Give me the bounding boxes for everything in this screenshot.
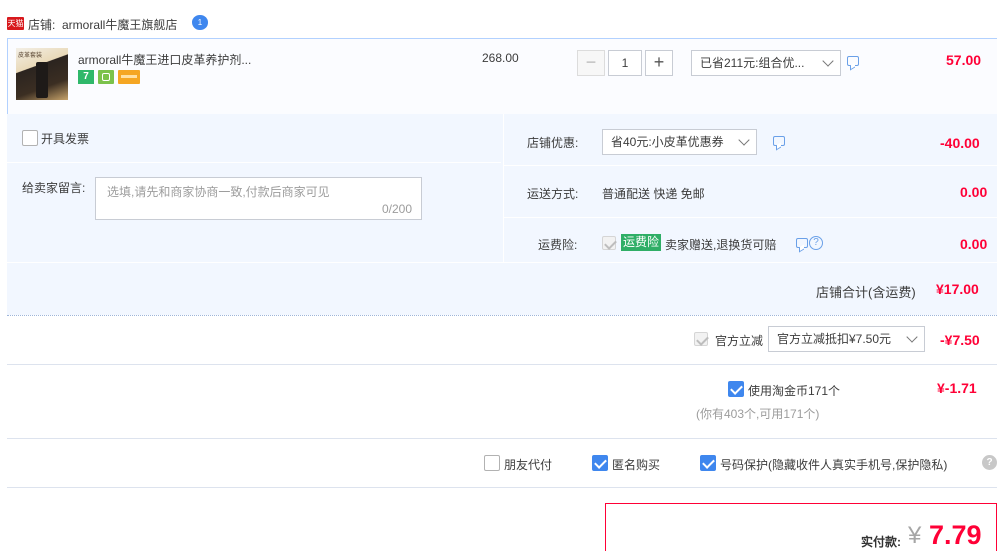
friend-pay-label: 朋友代付 [504, 458, 553, 472]
message-textarea[interactable]: 选填,请先和商家协商一致,付款后商家可见 0/200 [95, 177, 422, 220]
tmall-badge: 天猫 [7, 17, 24, 30]
product-title-link[interactable]: armorall牛魔王进口皮革养护剂... [78, 51, 251, 68]
item-row [7, 38, 997, 114]
insurance-description: 卖家赠送,退换货可赔 [665, 238, 777, 252]
unit-price: 268.00 [482, 51, 519, 65]
payment-label: 实付款: [861, 535, 901, 549]
thumb-bottle [36, 62, 48, 98]
coins-amount: ¥-1.71 [937, 380, 977, 396]
shop-discount-label: 店铺优惠: [527, 136, 579, 150]
message-counter: 0/200 [381, 202, 412, 216]
thumb-label: 皮革套装 [18, 53, 43, 59]
promo-message-icon[interactable] [847, 56, 859, 66]
insurance-tag: 运费险 [621, 234, 662, 251]
divider [503, 217, 997, 218]
insurance-checkbox[interactable] [602, 236, 616, 250]
shipping-amount: 0.00 [960, 184, 988, 200]
card-stripe [121, 75, 137, 78]
friend-pay-checkbox[interactable] [484, 455, 500, 471]
guarantee-inner [102, 73, 110, 81]
anonymous-checkbox[interactable] [592, 455, 608, 471]
shop-name-link[interactable]: armorall牛魔王旗舰店 [62, 16, 177, 33]
divider [7, 438, 997, 439]
shipping-method: 普通配送 快递 免邮 [602, 187, 705, 201]
use-coins-checkbox[interactable] [728, 381, 744, 397]
item-promo-select[interactable]: 已省211元:组合优... [691, 50, 841, 76]
chevron-down-icon [906, 331, 918, 343]
service-guarantee-icon [98, 70, 114, 84]
divider [7, 487, 997, 488]
message-placeholder: 选填,请先和商家协商一致,付款后商家可见 [107, 185, 330, 199]
shop-label: 店铺: [28, 18, 56, 32]
divider [7, 364, 997, 365]
use-coins-label: 使用淘金币171个 [748, 384, 841, 398]
shop-discount-select[interactable]: 省40元:小皮革优惠券 [602, 129, 757, 155]
official-discount-select[interactable]: 官方立减抵扣¥7.50元 [768, 326, 925, 352]
discount-message-icon[interactable] [773, 136, 785, 146]
divider [7, 162, 501, 163]
shop-total-divider [7, 315, 997, 316]
message-label: 给卖家留言: [22, 181, 86, 195]
item-subtotal: 57.00 [946, 52, 982, 68]
chevron-down-icon [822, 55, 834, 67]
privacy-label: 号码保护(隐藏收件人真实手机号,保护隐私) [720, 458, 948, 472]
item-row-left-border [7, 38, 8, 114]
chevron-down-icon [738, 134, 750, 146]
shipping-label: 运送方式: [527, 187, 579, 201]
coins-note: (你有403个,可用171个) [696, 407, 820, 421]
shop-total-label: 店铺合计(含运费) [816, 285, 916, 300]
seven-day-return-icon: 7 [78, 70, 94, 84]
item-promo-select-value: 已省211元:组合优... [700, 56, 805, 70]
credit-card-icon [118, 70, 140, 84]
insurance-message-icon[interactable] [796, 238, 808, 248]
official-discount-amount: -¥7.50 [940, 332, 980, 348]
insurance-label: 运费险: [538, 238, 578, 252]
privacy-help-icon[interactable]: ? [982, 455, 997, 470]
shop-discount-select-value: 省40元:小皮革优惠券 [611, 135, 724, 149]
qty-decrease-button[interactable]: − [577, 50, 605, 76]
divider [503, 165, 997, 166]
divider [7, 262, 997, 263]
official-discount-label: 官方立减 [715, 334, 764, 348]
invoice-label: 开具发票 [41, 132, 90, 146]
official-discount-checkbox[interactable] [694, 332, 708, 346]
payment-amount: 7.79 [929, 520, 982, 550]
invoice-checkbox[interactable] [22, 130, 38, 146]
shop-discount-amount: -40.00 [940, 135, 980, 151]
product-thumbnail[interactable]: 皮革套装 [16, 48, 68, 100]
qty-input[interactable]: 1 [608, 50, 642, 76]
wangwang-chat-icon[interactable]: 1 [192, 15, 208, 30]
insurance-help-icon[interactable]: ? [809, 236, 823, 250]
official-discount-select-value: 官方立减抵扣¥7.50元 [777, 332, 892, 346]
privacy-checkbox[interactable] [700, 455, 716, 471]
anonymous-label: 匿名购买 [612, 458, 661, 472]
payment-currency: ¥ [908, 522, 922, 549]
shop-total-amount: ¥17.00 [936, 281, 979, 297]
qty-increase-button[interactable]: + [645, 50, 673, 76]
insurance-amount: 0.00 [960, 236, 988, 252]
